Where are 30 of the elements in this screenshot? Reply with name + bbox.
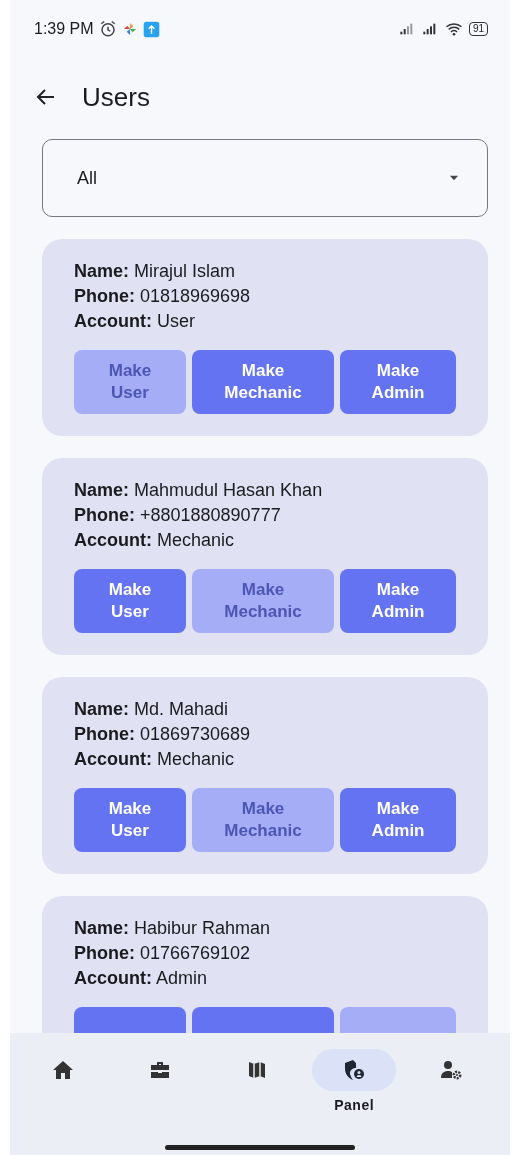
role-button[interactable]: Make Admin [340, 350, 456, 414]
user-name: Name: Mirajul Islam [74, 260, 237, 283]
alarm-icon [98, 20, 117, 38]
battery-level: 91 [468, 22, 488, 36]
status-time: 1:39 PM [34, 20, 94, 38]
user-phone: Phone: 01869730689 [74, 723, 252, 746]
pinwheel-icon [121, 21, 138, 37]
role-button[interactable]: Make Admin [340, 569, 456, 633]
user-phone: Phone: 01818969698 [74, 285, 252, 308]
shield-user-icon [342, 1058, 367, 1082]
role-button[interactable]: Make User [74, 569, 186, 633]
role-button[interactable]: Make Mechanic [191, 350, 335, 414]
user-name: Name: Mahmudul Hasan Khan [74, 479, 324, 502]
role-button[interactable]: Make User [74, 788, 186, 852]
dropdown-value: All [77, 167, 97, 189]
user-account: Account: Mechanic [74, 529, 236, 552]
wifi-icon [443, 20, 464, 38]
user-account: Account: Admin [74, 967, 209, 990]
user-name: Name: Habibur Rahman [74, 917, 272, 940]
user-phone: Phone: +8801880890777 [74, 504, 282, 527]
user-phone: Phone: 01766769102 [74, 942, 252, 965]
upload-icon [142, 20, 160, 38]
user-settings-icon [439, 1058, 464, 1082]
user-name: Name: Md. Mahadi [74, 698, 230, 721]
user-account: Account: Mechanic [74, 748, 236, 771]
nav-label: Panel [334, 1097, 375, 1113]
filter-dropdown[interactable]: All [42, 139, 488, 217]
role-button[interactable]: Make Admin [340, 788, 456, 852]
screen-title: Users [82, 81, 150, 113]
user-account: Account: User [74, 310, 196, 333]
